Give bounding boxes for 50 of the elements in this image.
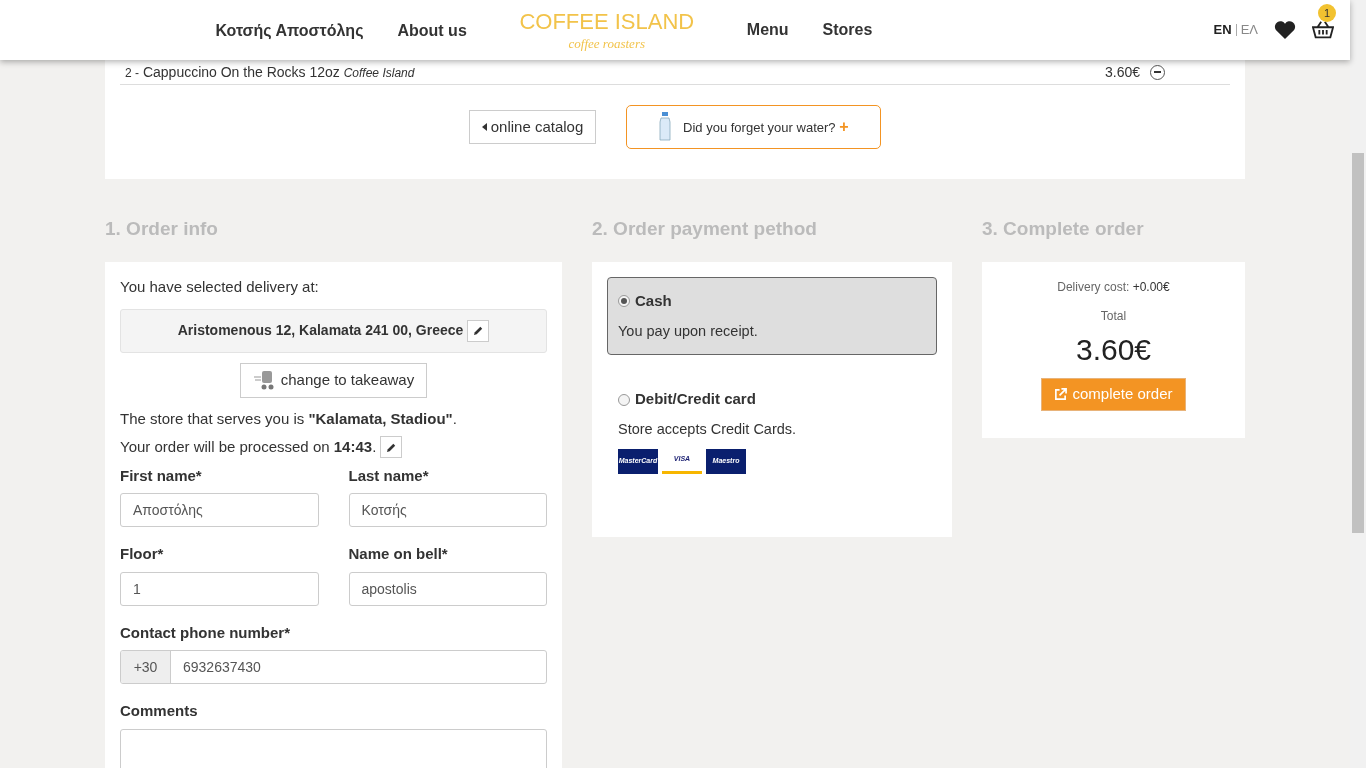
field-label: Floor* [120, 544, 165, 564]
water-bottle-icon [659, 112, 672, 142]
catalog-button[interactable]: online catalog [468, 110, 597, 144]
cart-count-badge: 1 [1318, 4, 1336, 22]
phone-input-field[interactable]: +30 6932637430 [120, 650, 547, 684]
cart-item-price: 3.60€ [1104, 62, 1140, 82]
option-title: Debit/Credit card [635, 389, 756, 410]
heart-icon[interactable] [1274, 20, 1296, 40]
input-field[interactable]: Κοτσής [348, 493, 547, 527]
option-description: You pay upon receipt. [618, 321, 759, 341]
field-label: First name* [120, 465, 203, 486]
radio-button[interactable] [618, 393, 630, 406]
takeaway-button[interactable]: change to takeaway [239, 362, 428, 398]
logo-tagline: coffee roasters [568, 36, 645, 50]
field-label: Name on bell* [348, 544, 449, 564]
payment-option[interactable]: Cash You pay upon receipt. [607, 277, 937, 356]
phone-value: 6932637430 [182, 657, 262, 677]
option-description: Store accepts Credit Cards. [618, 419, 798, 439]
caret-icon [481, 123, 487, 131]
radio-button[interactable] [618, 295, 630, 308]
language-link[interactable]: ΕΛ [1240, 20, 1258, 40]
input-field[interactable]: apostolis [348, 571, 547, 606]
field-label: Contact phone number* [120, 622, 291, 643]
total-label: Total [1100, 308, 1127, 325]
option-title: Cash [635, 291, 672, 311]
edit-button[interactable] [380, 436, 403, 459]
delivery-cost: Delivery cost: +0.00€ [1057, 279, 1170, 296]
processing-time-text: Your order will be processed on 14:43. [120, 437, 377, 457]
pencil-icon [385, 441, 397, 453]
total-amount: 3.60€ [1075, 332, 1152, 368]
nav-link[interactable]: Stores [822, 18, 873, 42]
basket-icon[interactable] [1312, 20, 1334, 40]
water-button[interactable]: Did you forget your water? + [626, 105, 882, 149]
cart-item-name: 2 - Cappuccino On the Rocks 12oz Coffee Island [125, 62, 416, 82]
country-code: +30 [121, 651, 171, 683]
nav-link[interactable]: Κοτσής Αποστόλης [215, 17, 364, 43]
input-field[interactable]: Αποστόλης [120, 493, 319, 527]
address-text: Aristomenous 12, Kalamata 241 00, Greece [177, 321, 464, 340]
nav-link[interactable]: Menu [746, 18, 789, 42]
nav-link[interactable]: About us [397, 17, 467, 43]
external-link-icon [1054, 388, 1068, 401]
store-text: The store that serves you is "Kalamata, Stadiou". [120, 408, 458, 429]
edit-button[interactable] [467, 319, 490, 342]
logo-text: COFFEE ISLAND [519, 10, 695, 33]
field-label: Last name* [348, 465, 430, 486]
input-field[interactable]: 1 [120, 571, 319, 606]
pencil-icon [472, 325, 484, 336]
language-link[interactable]: EN [1213, 20, 1232, 40]
delivery-intro: You have selected delivery at: [120, 277, 320, 297]
field-label: Comments [120, 701, 199, 721]
